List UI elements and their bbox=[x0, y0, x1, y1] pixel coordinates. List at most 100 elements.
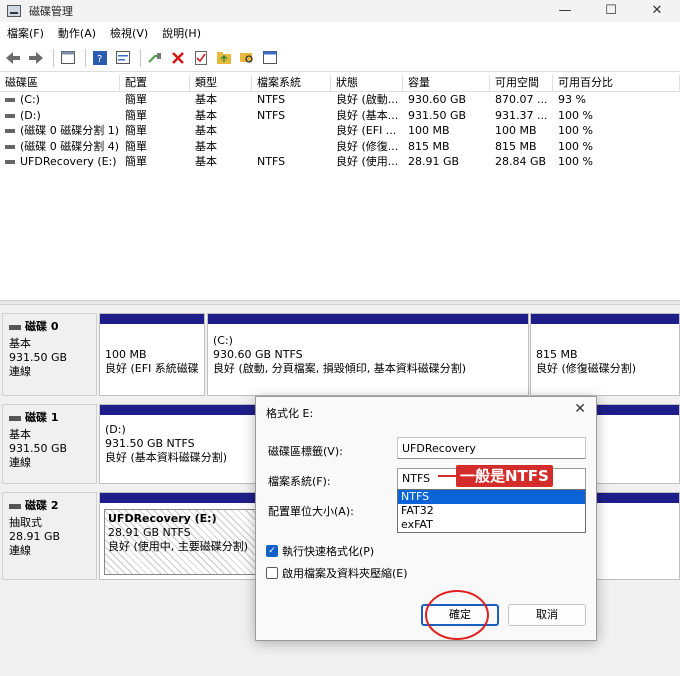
back-arrow-icon[interactable] bbox=[3, 48, 23, 68]
callout-pointer bbox=[438, 475, 458, 477]
table-row[interactable]: (磁碟 0 磁碟分割 4) 簡單 基本 良好 (修復... 815 MB 815… bbox=[0, 139, 680, 155]
capacity-cell: 815 MB bbox=[408, 139, 450, 153]
type-cell: 基本 bbox=[195, 124, 217, 138]
connect-icon[interactable] bbox=[145, 48, 165, 68]
percent-free-cell: 100 % bbox=[558, 108, 593, 122]
cancel-button[interactable]: 取消 bbox=[508, 604, 586, 626]
disk-name-text: 磁碟 1 bbox=[25, 411, 59, 424]
column-type[interactable]: 類型 bbox=[190, 75, 252, 91]
quick-format-option[interactable]: ✓ 執行快速格式化(P) bbox=[266, 543, 374, 559]
disk-2-label[interactable]: 磁碟 2 抽取式 28.91 GB 連線 bbox=[2, 492, 97, 580]
free-space-cell: 100 MB bbox=[495, 124, 537, 138]
view-icon[interactable] bbox=[58, 48, 78, 68]
column-capacity[interactable]: 容量 bbox=[403, 75, 490, 91]
maximize-button[interactable]: ☐ bbox=[588, 0, 634, 22]
help-icon[interactable]: ? bbox=[90, 48, 110, 68]
option-exfat[interactable]: exFAT bbox=[398, 518, 585, 532]
volume-name: (磁碟 0 磁碟分割 4) bbox=[20, 139, 120, 153]
free-space-cell: 28.84 GB bbox=[495, 155, 547, 169]
layout-cell: 簡單 bbox=[125, 93, 147, 106]
table-row[interactable]: (C:) 簡單 基本 NTFS 良好 (啟動... 930.60 GB 870.… bbox=[0, 92, 680, 108]
disk-size: 931.50 GB bbox=[9, 442, 68, 455]
compression-option[interactable]: 啟用檔案及資料夾壓縮(E) bbox=[266, 565, 408, 581]
disk-0-label[interactable]: 磁碟 0 基本 931.50 GB 連線 bbox=[2, 313, 97, 396]
drive-icon bbox=[5, 144, 15, 149]
allocation-size-label: 配置單位大小(A): bbox=[268, 505, 354, 518]
file-system-label: 檔案系統(F): bbox=[268, 475, 331, 488]
disk-icon bbox=[9, 324, 21, 330]
option-ntfs[interactable]: NTFS bbox=[398, 490, 585, 504]
table-header: 磁碟區 配置 類型 檔案系統 狀態 容量 可用空間 可用百分比 bbox=[0, 75, 680, 92]
partition-status: 良好 (修復磁碟分割) bbox=[536, 362, 637, 375]
option-fat32[interactable]: FAT32 bbox=[398, 504, 585, 518]
table-row[interactable]: UFDRecovery (E:) 簡單 基本 NTFS 良好 (使用... 28… bbox=[0, 154, 680, 170]
volume-table: 磁碟區 配置 類型 檔案系統 狀態 容量 可用空間 可用百分比 (C:) 簡單 … bbox=[0, 75, 680, 170]
column-percent-free[interactable]: 可用百分比 bbox=[553, 75, 680, 91]
volume-label-input[interactable] bbox=[397, 437, 586, 459]
disk-name: 磁碟 2 bbox=[9, 497, 90, 513]
status-cell: 良好 (使用... bbox=[336, 155, 399, 169]
svg-text:?: ? bbox=[97, 54, 102, 65]
partition-recovery[interactable]: 815 MB 良好 (修復磁碟分割) bbox=[530, 313, 680, 396]
window-title: 磁碟管理 bbox=[29, 5, 73, 18]
quick-format-label: 執行快速格式化(P) bbox=[282, 545, 375, 558]
column-file-system[interactable]: 檔案系統 bbox=[252, 75, 331, 91]
type-cell: 基本 bbox=[195, 155, 217, 169]
partition-c[interactable]: (C:) 930.60 GB NTFS 良好 (啟動, 分頁檔案, 損毀傾印, … bbox=[207, 313, 529, 396]
column-status[interactable]: 狀態 bbox=[331, 75, 403, 91]
minimize-button[interactable]: — bbox=[542, 0, 588, 22]
capacity-cell: 28.91 GB bbox=[408, 155, 460, 169]
partition-bar bbox=[531, 314, 679, 324]
close-icon[interactable]: ✕ bbox=[574, 401, 586, 417]
toolbar-separator bbox=[53, 48, 54, 67]
disk-status: 連線 bbox=[9, 456, 31, 469]
volume-cell: (磁碟 0 磁碟分割 1) bbox=[0, 123, 120, 139]
disk-1-label[interactable]: 磁碟 1 基本 931.50 GB 連線 bbox=[2, 404, 97, 484]
menu-view[interactable]: 檢視(V) bbox=[103, 25, 155, 41]
properties-icon[interactable] bbox=[113, 48, 133, 68]
type-cell: 基本 bbox=[195, 93, 217, 106]
toolbar: ? bbox=[0, 44, 680, 72]
checklist-icon[interactable] bbox=[191, 48, 211, 68]
disk-name: 磁碟 1 bbox=[9, 409, 90, 425]
capacity-cell: 930.60 GB bbox=[408, 93, 467, 106]
close-button[interactable]: ✕ bbox=[634, 0, 680, 22]
file-system-cell: NTFS bbox=[257, 108, 286, 122]
column-volume[interactable]: 磁碟區 bbox=[0, 75, 120, 91]
menu-help[interactable]: 說明(H) bbox=[155, 25, 208, 41]
file-system-selected: NTFS bbox=[402, 472, 431, 485]
menu-action[interactable]: 動作(A) bbox=[51, 25, 103, 41]
table-row[interactable]: (D:) 簡單 基本 NTFS 良好 (基本... 931.50 GB 931.… bbox=[0, 108, 680, 124]
disk-name: 磁碟 0 bbox=[9, 318, 90, 334]
disk-0-row: 磁碟 0 基本 931.50 GB 連線 100 MB 良好 (EFI 系統磁碟… bbox=[0, 313, 680, 396]
capacity-cell: 931.50 GB bbox=[408, 108, 467, 122]
free-space-cell: 815 MB bbox=[495, 139, 537, 153]
quick-format-checkbox[interactable]: ✓ bbox=[266, 545, 278, 557]
window-icon[interactable] bbox=[260, 48, 280, 68]
disk-management-icon bbox=[7, 5, 21, 17]
partition-bar bbox=[100, 314, 204, 324]
percent-free-cell: 100 % bbox=[558, 124, 593, 138]
forward-arrow-icon[interactable] bbox=[26, 48, 46, 68]
toolbar-separator bbox=[140, 48, 141, 67]
volume-name: (磁碟 0 磁碟分割 1) bbox=[20, 124, 120, 138]
annotation-callout: 一般是NTFS bbox=[456, 465, 553, 487]
compression-checkbox[interactable] bbox=[266, 567, 278, 579]
search-folder-icon[interactable] bbox=[237, 48, 257, 68]
volume-label-label: 磁碟區標籤(V): bbox=[268, 445, 343, 458]
column-layout[interactable]: 配置 bbox=[120, 75, 190, 91]
free-space-cell: 931.37 ... bbox=[495, 108, 548, 122]
partition-efi[interactable]: 100 MB 良好 (EFI 系統磁碟分 bbox=[99, 313, 205, 396]
disk-size: 931.50 GB bbox=[9, 351, 68, 364]
column-free-space[interactable]: 可用空間 bbox=[490, 75, 553, 91]
table-row[interactable]: (磁碟 0 磁碟分割 1) 簡單 基本 良好 (EFI ... 100 MB 1… bbox=[0, 123, 680, 139]
file-system-dropdown: NTFS FAT32 exFAT bbox=[397, 489, 586, 533]
compression-label: 啟用檔案及資料夾壓縮(E) bbox=[282, 567, 408, 580]
window-controls: — ☐ ✕ bbox=[542, 0, 680, 22]
free-space-cell: 870.07 ... bbox=[495, 93, 548, 106]
percent-free-cell: 100 % bbox=[558, 139, 593, 153]
menu-file[interactable]: 檔案(F) bbox=[0, 25, 51, 41]
folder-up-icon[interactable] bbox=[214, 48, 234, 68]
delete-icon[interactable] bbox=[168, 48, 188, 68]
disk-type: 基本 bbox=[9, 428, 31, 441]
